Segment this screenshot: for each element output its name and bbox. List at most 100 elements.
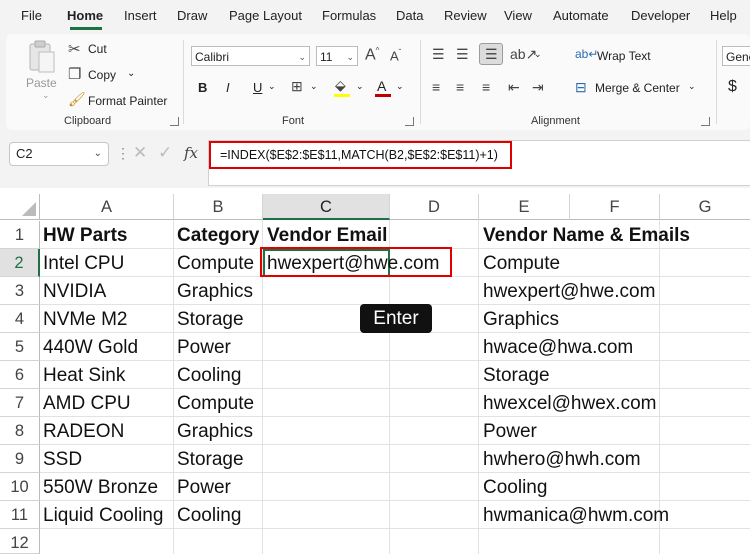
row-header-4[interactable]: 4 — [0, 305, 40, 333]
tab-file[interactable]: File — [21, 8, 42, 23]
row-header-11[interactable]: 11 — [0, 501, 40, 529]
chevron-down-icon[interactable]: ⌄ — [356, 81, 364, 92]
chevron-down-icon[interactable]: ⌄ — [310, 81, 318, 92]
align-bottom-button[interactable]: ☰ — [479, 43, 503, 65]
tab-view[interactable]: View — [504, 8, 532, 23]
row-header-12[interactable]: 12 — [0, 529, 40, 554]
decrease-font-icon[interactable]: Aˇ — [390, 48, 401, 63]
row-header-2[interactable]: 2 — [0, 249, 40, 277]
wrap-text-button[interactable]: ab↵ Wrap Text — [575, 47, 675, 66]
cell-e7[interactable]: hwexcel@hwex.com — [483, 390, 656, 418]
chevron-down-icon[interactable]: ⌄ — [396, 81, 404, 92]
cell-b9[interactable]: Storage — [177, 446, 244, 474]
tab-page-layout[interactable]: Page Layout — [229, 8, 302, 23]
borders-icon[interactable]: ⊞ — [291, 78, 303, 95]
insert-function-icon[interactable]: fx — [184, 144, 198, 162]
clipboard-launcher-icon[interactable] — [170, 117, 179, 126]
tab-data[interactable]: Data — [396, 8, 423, 23]
cell-a6[interactable]: Heat Sink — [43, 362, 125, 390]
cell-a4[interactable]: NVMe M2 — [43, 306, 127, 334]
cell-a9[interactable]: SSD — [43, 446, 82, 474]
cell-e5[interactable]: hwace@hwa.com — [483, 334, 633, 362]
cell-b1[interactable]: Category — [177, 222, 259, 250]
font-color-icon[interactable]: A — [377, 78, 386, 94]
cell-b2[interactable]: Compute — [177, 250, 254, 278]
align-left-icon[interactable]: ≡ — [432, 79, 440, 95]
row-header-7[interactable]: 7 — [0, 389, 40, 417]
cell-b3[interactable]: Graphics — [177, 278, 253, 306]
cell-e6[interactable]: Storage — [483, 362, 550, 390]
cell-a1[interactable]: HW Parts — [43, 222, 127, 250]
more-options-icon[interactable]: ⋮ — [116, 145, 130, 162]
cell-e2[interactable]: Compute — [483, 250, 560, 278]
column-header-b[interactable]: B — [174, 194, 263, 220]
cell-b7[interactable]: Compute — [177, 390, 254, 418]
enter-check-icon[interactable]: ✓ — [158, 143, 172, 163]
fill-color-icon[interactable]: ⬙ — [335, 77, 346, 94]
font-size-combo[interactable]: 11 ⌄ — [316, 46, 358, 66]
cell-a2[interactable]: Intel CPU — [43, 250, 124, 278]
cell-e9[interactable]: hwhero@hwh.com — [483, 446, 641, 474]
column-header-c[interactable]: C — [263, 194, 390, 220]
cell-c1[interactable]: Vendor Email — [267, 222, 387, 250]
tab-automate[interactable]: Automate — [553, 8, 609, 23]
tab-review[interactable]: Review — [444, 8, 487, 23]
decrease-indent-icon[interactable]: ⇤ — [508, 79, 520, 96]
row-header-8[interactable]: 8 — [0, 417, 40, 445]
font-launcher-icon[interactable] — [405, 117, 414, 126]
row-header-1[interactable]: 1 — [0, 221, 40, 249]
underline-button[interactable]: U — [253, 80, 262, 95]
row-header-9[interactable]: 9 — [0, 445, 40, 473]
tab-insert[interactable]: Insert — [124, 8, 157, 23]
align-top-icon[interactable]: ☰ — [432, 46, 445, 63]
column-header-f[interactable]: F — [570, 194, 660, 220]
number-format-combo[interactable]: Gene — [722, 46, 750, 66]
cell-e8[interactable]: Power — [483, 418, 537, 446]
copy-button[interactable]: ❐ Copy ⌄ — [68, 66, 138, 84]
cell-e4[interactable]: Graphics — [483, 306, 559, 334]
row-header-10[interactable]: 10 — [0, 473, 40, 501]
increase-indent-icon[interactable]: ⇥ — [532, 79, 544, 96]
cell-a10[interactable]: 550W Bronze — [43, 474, 158, 502]
format-painter-button[interactable]: 🖌 Format Painter — [68, 91, 178, 110]
cell-a7[interactable]: AMD CPU — [43, 390, 131, 418]
paste-button[interactable]: Paste — [24, 40, 60, 92]
merge-center-button[interactable]: ⊟ Merge & Center ⌄ — [575, 79, 715, 98]
column-header-g[interactable]: G — [660, 194, 750, 220]
column-header-e[interactable]: E — [479, 194, 570, 220]
font-name-combo[interactable]: Calibri ⌄ — [191, 46, 310, 66]
cell-e1[interactable]: Vendor Name & Emails — [483, 222, 690, 250]
column-header-a[interactable]: A — [40, 194, 174, 220]
cell-b4[interactable]: Storage — [177, 306, 244, 334]
paste-dropdown-icon[interactable]: ⌄ — [42, 90, 50, 101]
align-middle-icon[interactable]: ☰ — [456, 46, 469, 63]
cell-e11[interactable]: hwmanica@hwm.com — [483, 502, 669, 530]
cell-b6[interactable]: Cooling — [177, 362, 241, 390]
cell-a5[interactable]: 440W Gold — [43, 334, 138, 362]
cell-b10[interactable]: Power — [177, 474, 231, 502]
alignment-launcher-icon[interactable] — [701, 117, 710, 126]
cut-button[interactable]: ✂ Cut — [68, 40, 118, 58]
tab-developer[interactable]: Developer — [631, 8, 690, 23]
row-header-3[interactable]: 3 — [0, 277, 40, 305]
cell-e10[interactable]: Cooling — [483, 474, 547, 502]
italic-button[interactable]: I — [226, 80, 230, 95]
align-center-icon[interactable]: ≡ — [456, 79, 464, 95]
tab-help[interactable]: Help — [710, 8, 737, 23]
select-all-corner[interactable] — [0, 194, 40, 220]
row-header-6[interactable]: 6 — [0, 361, 40, 389]
currency-icon[interactable]: $ — [728, 78, 737, 96]
chevron-down-icon[interactable]: ⌄ — [268, 81, 276, 92]
tab-formulas[interactable]: Formulas — [322, 8, 376, 23]
increase-font-icon[interactable]: A^ — [365, 46, 379, 64]
name-box[interactable]: C2 ⌄ — [9, 142, 109, 166]
align-right-icon[interactable]: ≡ — [482, 79, 490, 95]
cell-b5[interactable]: Power — [177, 334, 231, 362]
bold-button[interactable]: B — [198, 80, 207, 95]
cell-a3[interactable]: NVIDIA — [43, 278, 106, 306]
formula-input[interactable]: =INDEX($E$2:$E$11,MATCH(B2,$E$2:$E$11)+1… — [209, 141, 512, 169]
cell-a8[interactable]: RADEON — [43, 418, 124, 446]
column-header-d[interactable]: D — [390, 194, 479, 220]
cancel-icon[interactable]: ✕ — [133, 143, 147, 163]
cell-b11[interactable]: Cooling — [177, 502, 241, 530]
